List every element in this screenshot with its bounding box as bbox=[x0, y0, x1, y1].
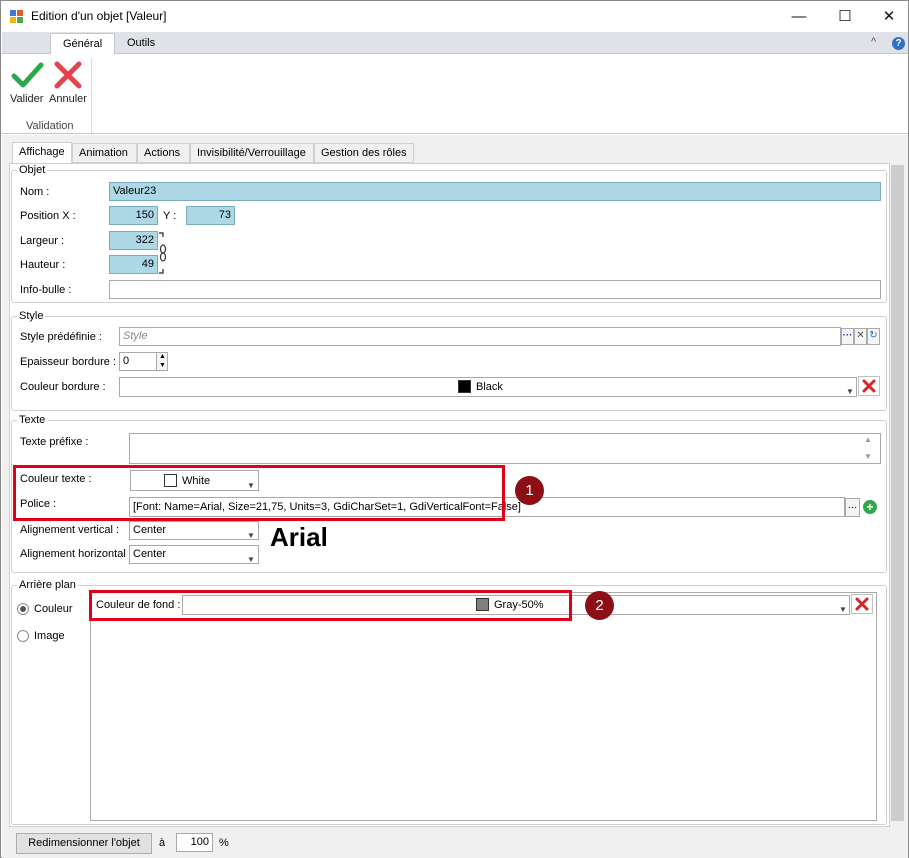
cancel-x-icon[interactable] bbox=[52, 59, 84, 91]
police-browse-button[interactable]: … bbox=[845, 498, 860, 517]
check-icon[interactable] bbox=[11, 60, 44, 90]
textarea-scroll-up-icon[interactable]: ▲ bbox=[864, 435, 872, 444]
tab-invisibilite[interactable]: Invisibilité/Verrouillage bbox=[190, 143, 314, 163]
highlight-box-1 bbox=[13, 465, 505, 521]
position-y-label: Y : bbox=[163, 210, 177, 222]
group-style-legend: Style bbox=[17, 310, 46, 322]
window-title: Edition d'un objet [Valeur] bbox=[31, 9, 167, 23]
chevron-down-icon: ▼ bbox=[839, 605, 847, 614]
couleur-bordure-remove-button[interactable] bbox=[858, 376, 880, 396]
ribbon-collapse-icon[interactable]: ^ bbox=[871, 36, 876, 48]
color-swatch-black bbox=[458, 380, 471, 393]
close-button[interactable]: ✕ bbox=[866, 1, 909, 32]
clear-x-icon: ✕ bbox=[856, 330, 865, 341]
group-texte-legend: Texte bbox=[17, 414, 48, 426]
nom-input[interactable]: Valeur23 bbox=[109, 182, 881, 201]
position-x-input[interactable]: 150 bbox=[109, 206, 158, 225]
hauteur-input[interactable]: 49 bbox=[109, 255, 158, 274]
spin-down-icon[interactable]: ▼ bbox=[159, 362, 166, 369]
a-label: à bbox=[159, 837, 166, 849]
chevron-down-icon: ▼ bbox=[846, 387, 854, 396]
radio-image[interactable] bbox=[17, 630, 29, 642]
radio-image-label[interactable]: Image bbox=[34, 630, 65, 642]
ellipsis-icon: ··· bbox=[842, 330, 853, 341]
couleur-bordure-label: Couleur bordure : bbox=[20, 381, 106, 393]
remove-x-icon bbox=[862, 379, 876, 393]
aspect-lock-chain-icon[interactable] bbox=[158, 232, 167, 274]
alignement-vertical-label: Alignement vertical : bbox=[20, 524, 120, 536]
style-refresh-button[interactable]: ↻ bbox=[867, 328, 880, 345]
largeur-label: Largeur : bbox=[20, 235, 65, 247]
resize-percent-input[interactable]: 100 bbox=[176, 833, 213, 852]
position-x-label: Position X : bbox=[20, 210, 76, 222]
ribbon-tab-outils[interactable]: Outils bbox=[115, 33, 167, 55]
callout-badge-1: 1 bbox=[515, 476, 544, 505]
tab-animation[interactable]: Animation bbox=[72, 143, 137, 163]
ribbon-group-label: Validation bbox=[26, 120, 74, 132]
spin-up-icon[interactable]: ▲ bbox=[159, 353, 166, 360]
scrollbar-thumb[interactable] bbox=[891, 165, 904, 821]
font-preview: Arial bbox=[270, 522, 328, 552]
texte-prefixe-label: Texte préfixe : bbox=[20, 436, 89, 448]
help-icon[interactable]: ? bbox=[892, 37, 905, 50]
ellipsis-icon: … bbox=[847, 500, 858, 511]
dialog-window: Edition d'un objet [Valeur] — ☐ ✕ Généra… bbox=[0, 0, 909, 858]
remove-x-icon bbox=[855, 597, 869, 611]
position-y-input[interactable]: 73 bbox=[186, 206, 235, 225]
redimensionner-button[interactable]: Redimensionner l'objet bbox=[16, 833, 152, 854]
chevron-down-icon: ▼ bbox=[247, 531, 255, 540]
alignement-horizontal-value: Center bbox=[133, 548, 167, 560]
infobulle-label: Info-bulle : bbox=[20, 284, 72, 296]
group-arriere-plan-legend: Arrière plan bbox=[17, 579, 78, 591]
style-clear-button[interactable]: ✕ bbox=[854, 328, 867, 345]
group-objet-legend: Objet bbox=[17, 164, 48, 176]
texte-prefixe-textarea[interactable] bbox=[129, 433, 881, 464]
hauteur-label: Hauteur : bbox=[20, 259, 66, 271]
radio-couleur[interactable] bbox=[17, 603, 29, 615]
maximize-button[interactable]: ☐ bbox=[822, 1, 868, 32]
background-settings-panel bbox=[90, 592, 877, 821]
alignement-horizontal-select[interactable]: Center ▼ bbox=[129, 545, 259, 564]
style-predefinie-label: Style prédéfinie : bbox=[20, 331, 102, 343]
ribbon-body bbox=[2, 54, 908, 134]
epaisseur-spinner[interactable]: ▲ ▼ bbox=[156, 352, 168, 371]
tab-affichage[interactable]: Affichage bbox=[12, 142, 72, 164]
percent-label: % bbox=[219, 837, 229, 849]
couleur-fond-remove-button[interactable] bbox=[851, 594, 873, 614]
ribbon-tab-general[interactable]: Général bbox=[50, 33, 116, 56]
valider-button[interactable]: Valider bbox=[10, 93, 43, 105]
tab-actions[interactable]: Actions bbox=[137, 143, 190, 163]
tab-gestion-roles[interactable]: Gestion des rôles bbox=[314, 143, 414, 163]
police-add-icon[interactable]: + bbox=[863, 500, 877, 514]
radio-couleur-label[interactable]: Couleur bbox=[34, 603, 73, 615]
annuler-button[interactable]: Annuler bbox=[49, 93, 87, 105]
alignement-vertical-value: Center bbox=[133, 524, 167, 536]
textarea-scroll-down-icon[interactable]: ▼ bbox=[864, 452, 872, 461]
minimize-button[interactable]: — bbox=[776, 1, 822, 32]
highlight-box-2 bbox=[89, 590, 572, 621]
callout-badge-2: 2 bbox=[585, 591, 614, 620]
alignement-vertical-select[interactable]: Center ▼ bbox=[129, 521, 259, 540]
epaisseur-bordure-label: Epaisseur bordure : bbox=[20, 356, 116, 368]
app-icon bbox=[10, 10, 23, 23]
couleur-bordure-select[interactable]: Black ▼ bbox=[119, 377, 857, 397]
nom-label: Nom : bbox=[20, 186, 50, 198]
alignement-horizontal-label: Alignement horizontal : bbox=[20, 548, 132, 560]
largeur-input[interactable]: 322 bbox=[109, 231, 158, 250]
refresh-icon: ↻ bbox=[869, 330, 878, 341]
style-predefinie-input[interactable]: Style bbox=[119, 327, 841, 346]
couleur-bordure-value: Black bbox=[476, 381, 503, 393]
style-browse-button[interactable]: ··· bbox=[841, 328, 854, 345]
infobulle-input[interactable] bbox=[109, 280, 881, 299]
epaisseur-bordure-input[interactable]: 0 bbox=[119, 352, 157, 371]
chevron-down-icon: ▼ bbox=[247, 555, 255, 564]
ribbon-group-separator bbox=[91, 59, 92, 133]
